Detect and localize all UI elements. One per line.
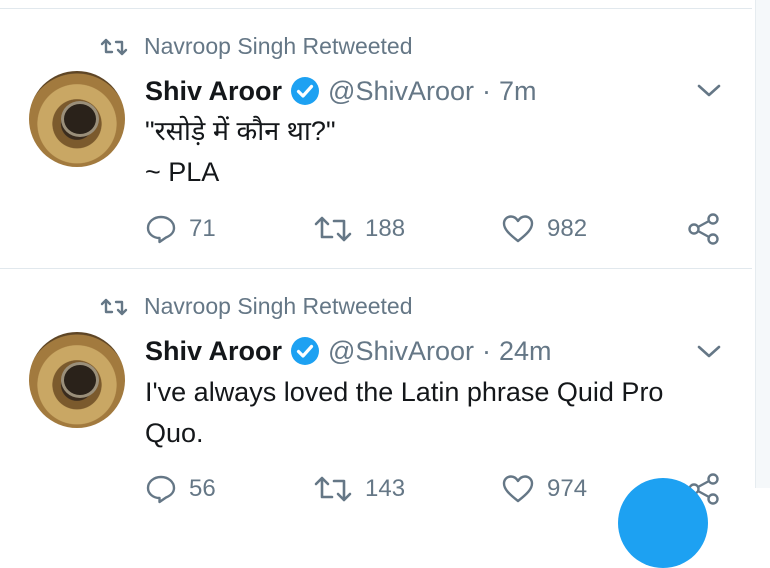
avatar-face — [61, 101, 99, 137]
separator-dot: · — [482, 75, 491, 106]
retweet-icon — [100, 38, 128, 55]
reply-icon — [146, 215, 176, 244]
reply-button[interactable]: 71 — [145, 209, 216, 249]
tweet-actions: 71 188 982 — [145, 209, 725, 249]
share-button[interactable] — [687, 209, 733, 249]
retweet-icon — [314, 476, 352, 502]
display-name[interactable]: Shiv Aroor — [145, 336, 282, 367]
tweet-text: I've always loved the Latin phrase Quid … — [145, 372, 663, 454]
verified-badge-icon — [291, 337, 320, 365]
avatar-face — [61, 362, 99, 398]
verified-badge-icon — [291, 77, 320, 105]
retweet-button[interactable]: 143 — [313, 469, 405, 509]
like-count: 974 — [547, 475, 588, 502]
display-name[interactable]: Shiv Aroor — [145, 76, 282, 107]
user-handle[interactable]: @ShivAroor — [328, 76, 474, 107]
like-button[interactable]: 974 — [501, 469, 587, 509]
like-heart-icon — [502, 215, 534, 243]
tweet-header: Shiv Aroor @ShivAroor · 7m — [145, 71, 537, 111]
avatar[interactable] — [29, 332, 125, 428]
chevron-down-icon[interactable] — [696, 83, 722, 99]
share-icon — [688, 213, 719, 245]
like-button[interactable]: 982 — [501, 209, 587, 249]
compose-tweet-button[interactable] — [618, 478, 708, 568]
tweet-text-line: "रसोड़े में कौन था?" — [145, 116, 336, 146]
tweet-header: Shiv Aroor @ShivAroor · 24m — [145, 331, 552, 371]
retweet-context[interactable]: Navroop Singh Retweeted — [100, 293, 413, 320]
reply-count: 56 — [189, 475, 216, 502]
retweet-icon — [314, 216, 352, 242]
separator-dot: · — [482, 335, 491, 366]
retweeted-by-label: Navroop Singh Retweeted — [144, 293, 413, 319]
tweet-text-line: Quo. — [145, 418, 204, 448]
avatar[interactable] — [29, 71, 125, 167]
retweet-count: 188 — [365, 215, 406, 242]
user-handle[interactable]: @ShivAroor — [328, 336, 474, 367]
tweet-text: "रसोड़े में कौन था?" ~ PLA — [145, 111, 336, 193]
reply-icon — [146, 475, 176, 504]
retweet-button[interactable]: 188 — [313, 209, 405, 249]
retweet-count: 143 — [365, 475, 406, 502]
retweet-icon — [100, 298, 128, 315]
reply-count: 71 — [189, 215, 216, 242]
scrollbar-track[interactable] — [755, 0, 770, 488]
tweet-text-line: ~ PLA — [145, 157, 220, 187]
tweet-text-line: I've always loved the Latin phrase Quid … — [145, 377, 664, 407]
like-count: 982 — [547, 215, 588, 242]
like-heart-icon — [502, 475, 534, 503]
reply-button[interactable]: 56 — [145, 469, 216, 509]
tweet-card[interactable]: Navroop Singh Retweeted Shiv Aroor @Shiv… — [0, 269, 752, 505]
timestamp[interactable]: 24m — [499, 336, 552, 367]
retweeted-by-label: Navroop Singh Retweeted — [144, 33, 413, 59]
retweet-context[interactable]: Navroop Singh Retweeted — [100, 33, 413, 60]
timestamp[interactable]: 7m — [499, 76, 537, 107]
chevron-down-icon[interactable] — [696, 344, 722, 360]
tweet-card[interactable]: Navroop Singh Retweeted Shiv Aroor @Shiv… — [0, 0, 752, 268]
